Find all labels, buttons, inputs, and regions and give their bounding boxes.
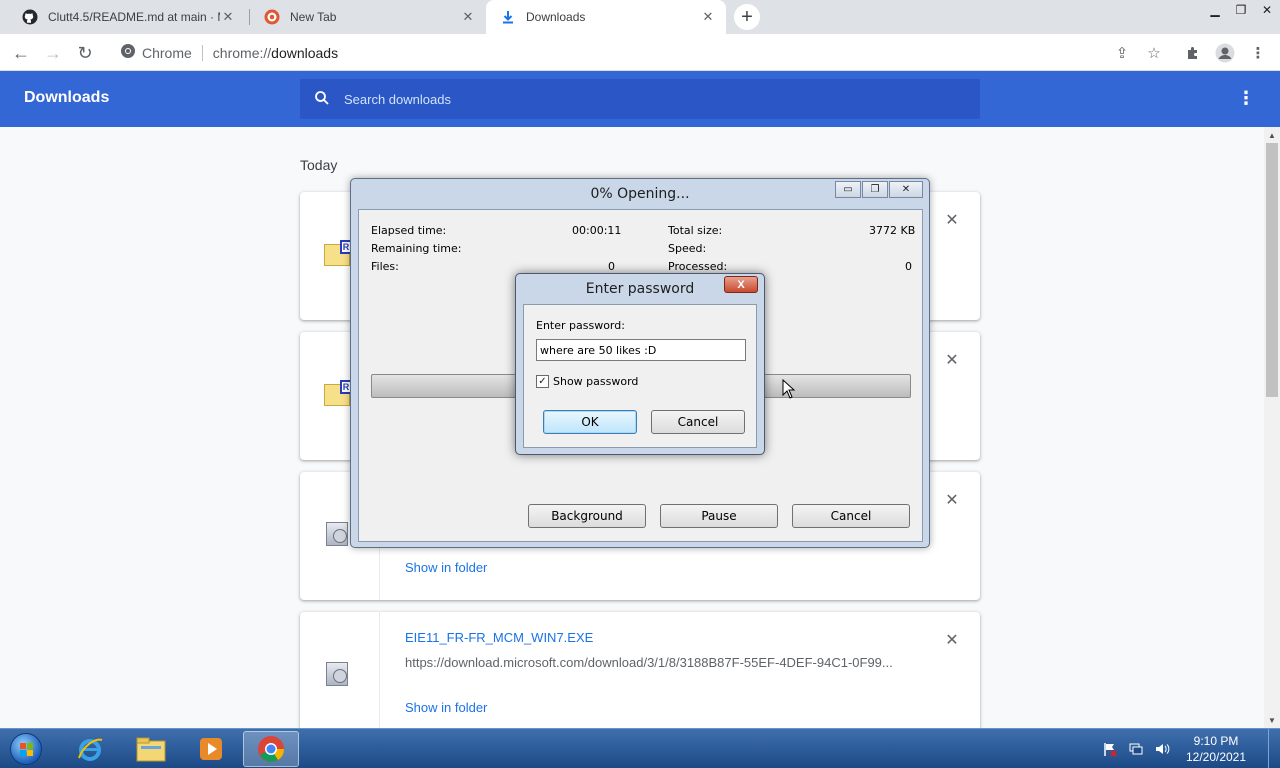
system-tray: 9:10 PM 12/20/2021 — [1100, 729, 1280, 768]
plus-icon: + — [741, 6, 753, 28]
duckduckgo-icon — [264, 9, 280, 25]
show-password-label: Show password — [553, 375, 639, 388]
dialog-window-controls: ▭ ❐ ✕ — [834, 181, 923, 198]
windows-taskbar: 9:10 PM 12/20/2021 — [0, 728, 1280, 768]
close-icon[interactable]: ✕ — [889, 181, 923, 198]
browser-toolbar: ← → ↻ Chrome chrome://downloads ⇪ ☆ ⋮ — [0, 34, 1280, 71]
background-button[interactable]: Background — [528, 504, 646, 528]
processed-value: 0 — [905, 260, 912, 273]
window-controls: ▁ ❐ ✕ — [1202, 0, 1280, 22]
page-title: Downloads — [24, 89, 110, 106]
mouse-pointer-icon — [782, 378, 796, 399]
tab-close-icon[interactable]: ✕ — [700, 9, 716, 25]
bookmark-star-icon[interactable]: ☆ — [1143, 42, 1165, 64]
tab-title: Clutt4.5/README.md at main · M — [48, 10, 220, 24]
action-center-flag-icon[interactable] — [1100, 739, 1120, 759]
search-box[interactable] — [300, 79, 980, 119]
chrome-logo-icon — [120, 43, 136, 62]
back-arrow-icon[interactable]: ← — [8, 40, 34, 66]
restore-icon[interactable]: ❐ — [1228, 0, 1254, 20]
pause-button[interactable]: Pause — [660, 504, 778, 528]
share-icon[interactable]: ⇪ — [1111, 42, 1133, 64]
ok-button[interactable]: OK — [543, 410, 637, 434]
origin-chip: Chrome — [142, 44, 192, 61]
forward-arrow-icon[interactable]: → — [40, 40, 66, 66]
start-button[interactable] — [4, 731, 48, 767]
internet-explorer-icon[interactable] — [62, 731, 118, 767]
elapsed-time-label: Elapsed time: — [371, 224, 447, 237]
tab-github-readme[interactable]: Clutt4.5/README.md at main · M ✕ — [8, 0, 246, 34]
download-card: EIE11_FR-FR_MCM_WIN7.EXE https://downloa… — [300, 612, 980, 728]
show-password-row[interactable]: ✓ Show password — [536, 375, 638, 388]
minimize-icon[interactable]: ▁ — [1202, 0, 1228, 20]
files-label: Files: — [371, 260, 399, 273]
total-size-value: 3772 KB — [869, 224, 916, 237]
omnibox-divider — [201, 44, 203, 61]
page-scrollbar[interactable]: ▲ ▼ — [1264, 127, 1280, 728]
elapsed-time-value: 00:00:11 — [572, 224, 622, 237]
file-explorer-icon[interactable] — [123, 731, 179, 767]
network-icon[interactable] — [1126, 739, 1146, 759]
password-field[interactable] — [536, 339, 746, 361]
clock-date: 12/20/2021 — [1185, 750, 1247, 764]
windows-logo-icon — [10, 733, 42, 765]
chrome-menu-icon[interactable]: ⋮ — [1247, 42, 1269, 64]
close-icon[interactable]: X — [724, 276, 758, 293]
password-label: Enter password: — [536, 319, 625, 332]
tab-close-icon[interactable]: ✕ — [220, 9, 236, 25]
url-host: downloads — [271, 44, 339, 61]
clock-time: 9:10 PM — [1193, 734, 1239, 748]
installer-exe-icon — [324, 660, 354, 690]
files-value: 0 — [608, 260, 615, 273]
date-section-heading: Today — [300, 157, 338, 173]
show-in-folder-link[interactable]: Show in folder — [405, 560, 487, 575]
new-tab-button[interactable]: + — [734, 4, 760, 30]
scroll-up-arrow-icon[interactable]: ▲ — [1264, 127, 1280, 143]
dialog-body: Enter password: ✓ Show password OK Cance… — [523, 304, 757, 448]
processed-label: Processed: — [668, 260, 728, 273]
show-in-folder-link[interactable]: Show in folder — [405, 700, 487, 715]
profile-avatar-icon[interactable] — [1214, 42, 1236, 64]
tab-title: Downloads — [526, 10, 586, 24]
speed-label: Speed: — [668, 242, 707, 255]
close-window-icon[interactable]: ✕ — [1254, 0, 1280, 20]
github-icon — [22, 9, 38, 25]
volume-icon[interactable] — [1152, 739, 1172, 759]
tab-new-tab[interactable]: New Tab ✕ — [250, 0, 486, 34]
search-icon — [314, 90, 330, 109]
show-password-checkbox[interactable]: ✓ — [536, 375, 549, 388]
more-actions-icon[interactable]: ⋮ — [1236, 89, 1256, 107]
cancel-button[interactable]: Cancel — [792, 504, 910, 528]
minimize-icon[interactable]: ▭ — [835, 181, 861, 198]
enter-password-dialog: Enter password X Enter password: ✓ Show … — [515, 273, 765, 455]
remove-download-icon[interactable]: ✕ — [944, 630, 960, 650]
file-icon-column — [300, 612, 380, 728]
search-input[interactable] — [344, 91, 944, 107]
media-player-icon[interactable] — [183, 731, 239, 767]
scrollbar-thumb[interactable] — [1266, 143, 1278, 397]
extensions-puzzle-icon[interactable] — [1182, 42, 1204, 64]
total-size-label: Total size: — [668, 224, 723, 237]
scroll-down-arrow-icon[interactable]: ▼ — [1264, 712, 1280, 728]
tab-downloads[interactable]: Downloads ✕ — [486, 0, 726, 34]
file-name-link[interactable]: EIE11_FR-FR_MCM_WIN7.EXE — [405, 630, 593, 645]
cancel-button[interactable]: Cancel — [651, 410, 745, 434]
file-url: https://download.microsoft.com/download/… — [405, 655, 893, 670]
download-icon — [500, 9, 516, 25]
tab-strip: Clutt4.5/README.md at main · M ✕ New Tab… — [0, 0, 1280, 34]
restore-icon[interactable]: ❐ — [862, 181, 888, 198]
url-scheme: chrome:// — [212, 44, 272, 61]
downloads-header: Downloads ⋮ — [0, 71, 1280, 127]
remove-download-icon[interactable]: ✕ — [944, 210, 960, 230]
tab-close-icon[interactable]: ✕ — [460, 9, 476, 25]
show-desktop-button[interactable] — [1268, 729, 1280, 768]
address-bar[interactable]: Chrome chrome://downloads — [110, 38, 1140, 67]
system-clock[interactable]: 9:10 PM 12/20/2021 — [1178, 733, 1254, 765]
tab-title: New Tab — [290, 10, 337, 24]
reload-icon[interactable]: ↻ — [72, 40, 98, 66]
chrome-taskbar-icon[interactable] — [243, 731, 299, 767]
remaining-time-label: Remaining time: — [371, 242, 462, 255]
remove-download-icon[interactable]: ✕ — [944, 490, 960, 510]
remove-download-icon[interactable]: ✕ — [944, 350, 960, 370]
